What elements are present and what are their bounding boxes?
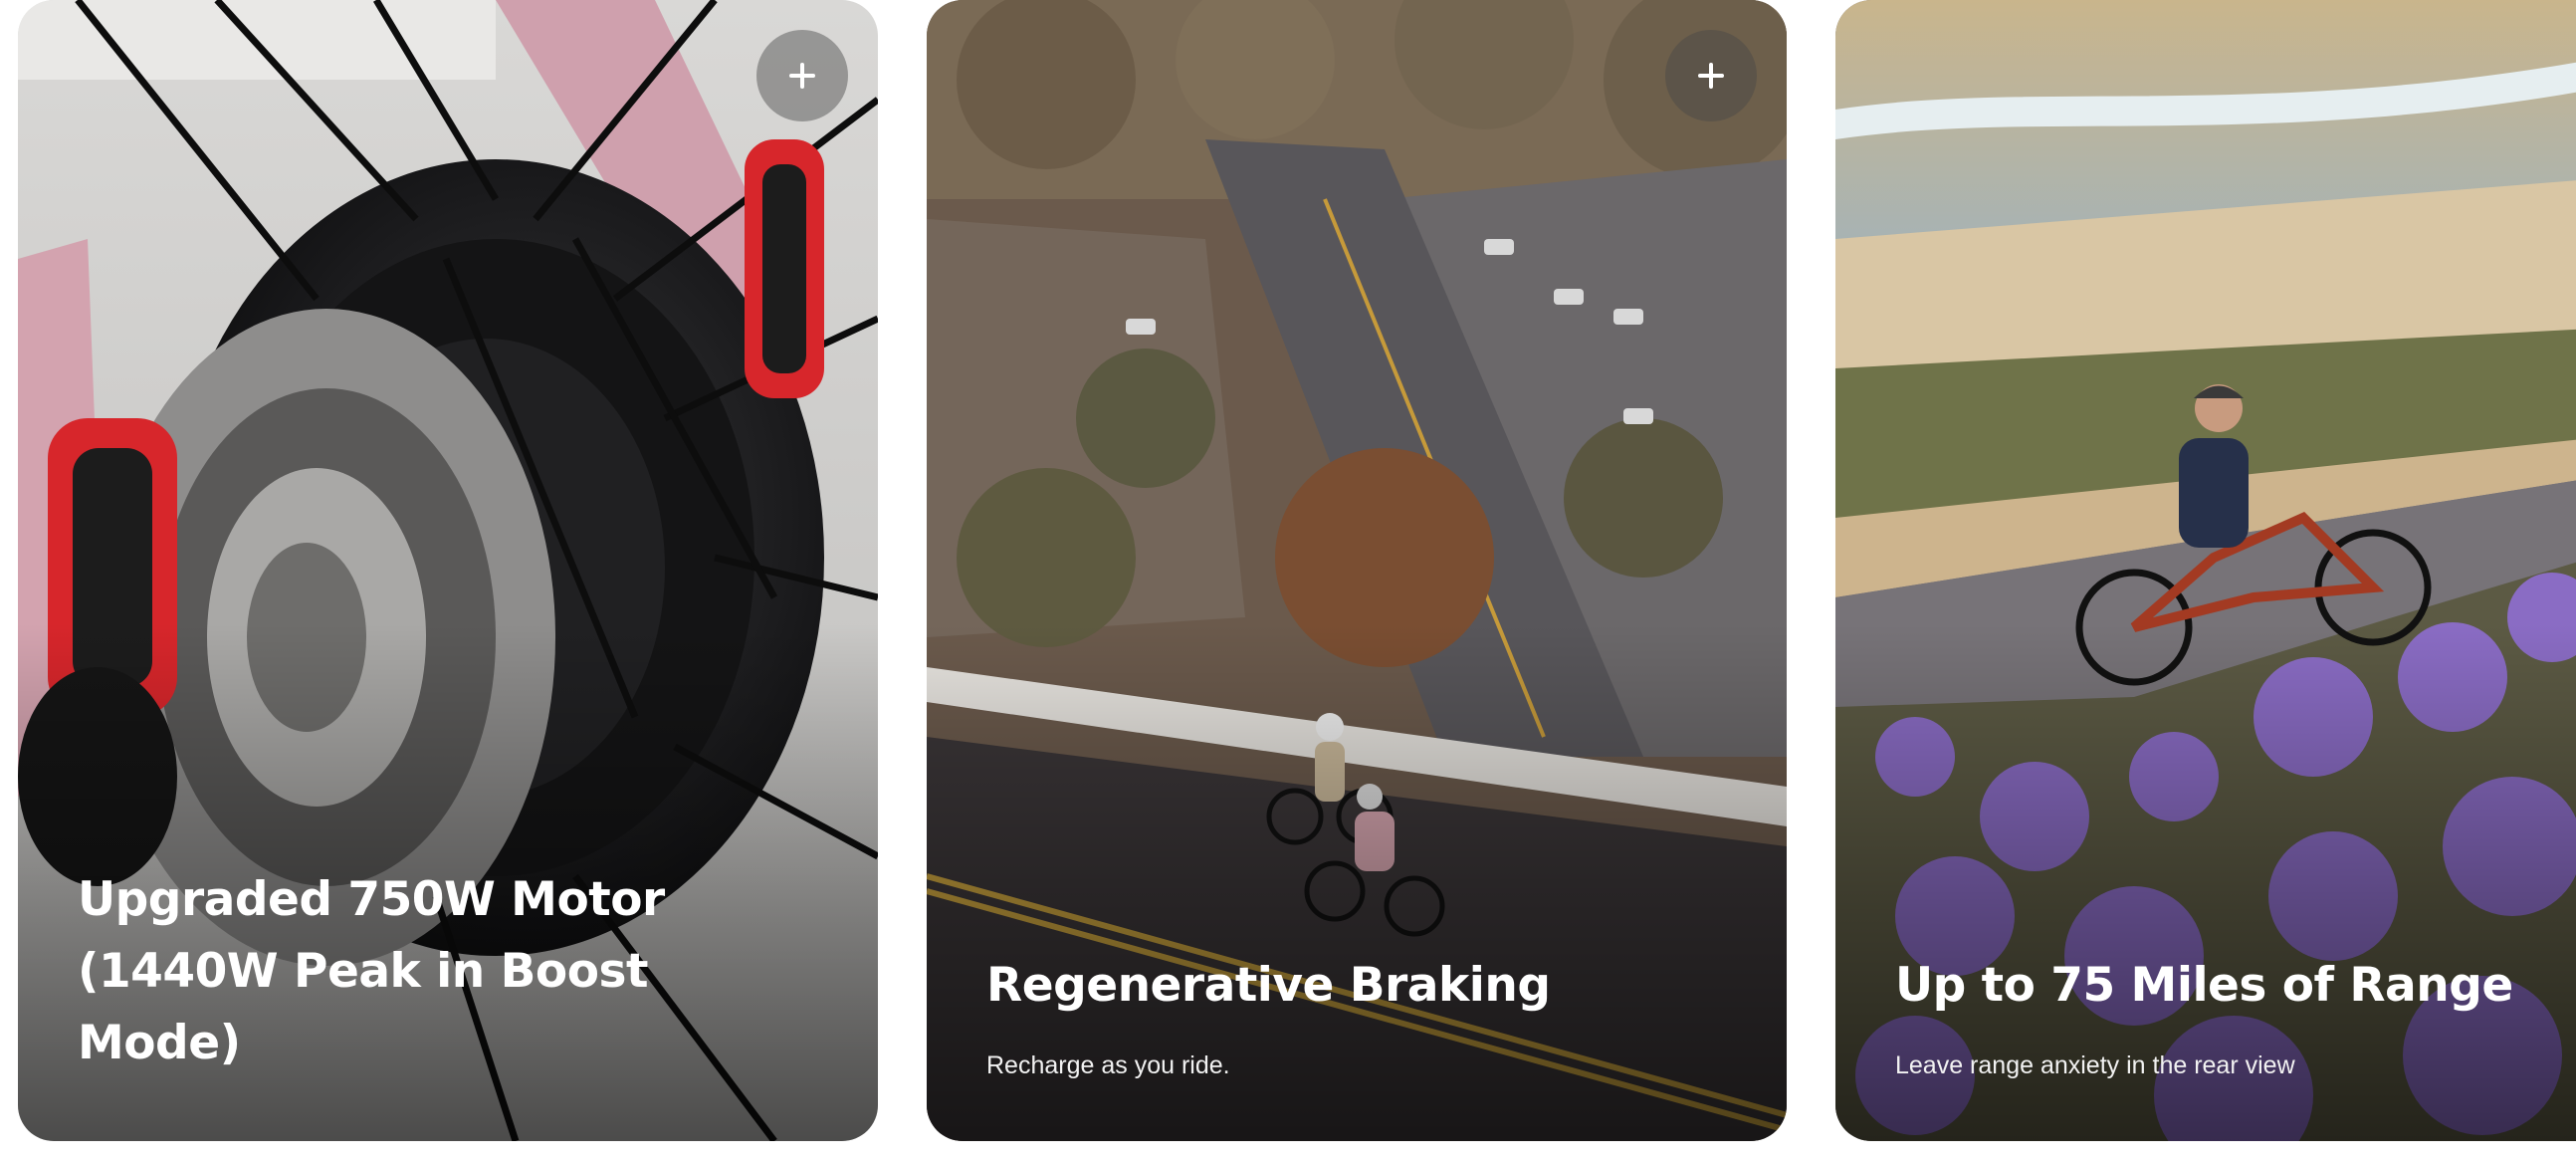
card-caption: Up to 75 Miles of Range Leave range anxi…	[1895, 950, 2532, 1081]
card-subtitle: Recharge as you ride.	[986, 1051, 1230, 1079]
card-title: Up to 75 Miles of Range	[1895, 958, 2513, 1013]
plus-icon	[1698, 63, 1724, 89]
expand-button[interactable]	[1665, 30, 1757, 121]
card-title: Upgraded 750W Motor (1440W Peak in Boost…	[78, 872, 665, 1070]
expand-button[interactable]	[756, 30, 848, 121]
card-caption: Regenerative Braking Recharge as you rid…	[986, 950, 1727, 1081]
feature-card-regenerative-braking[interactable]: Regenerative Braking Recharge as you rid…	[927, 0, 1787, 1141]
plus-icon	[789, 63, 815, 89]
feature-card-motor[interactable]: Upgraded 750W Motor (1440W Peak in Boost…	[18, 0, 878, 1141]
card-caption: Upgraded 750W Motor (1440W Peak in Boost…	[78, 864, 818, 1079]
card-title: Regenerative Braking	[986, 958, 1551, 1013]
card-subtitle: Leave range anxiety in the rear view	[1895, 1051, 2295, 1079]
feature-card-range[interactable]: Up to 75 Miles of Range Leave range anxi…	[1835, 0, 2576, 1141]
feature-carousel: Upgraded 750W Motor (1440W Peak in Boost…	[0, 0, 2576, 1165]
